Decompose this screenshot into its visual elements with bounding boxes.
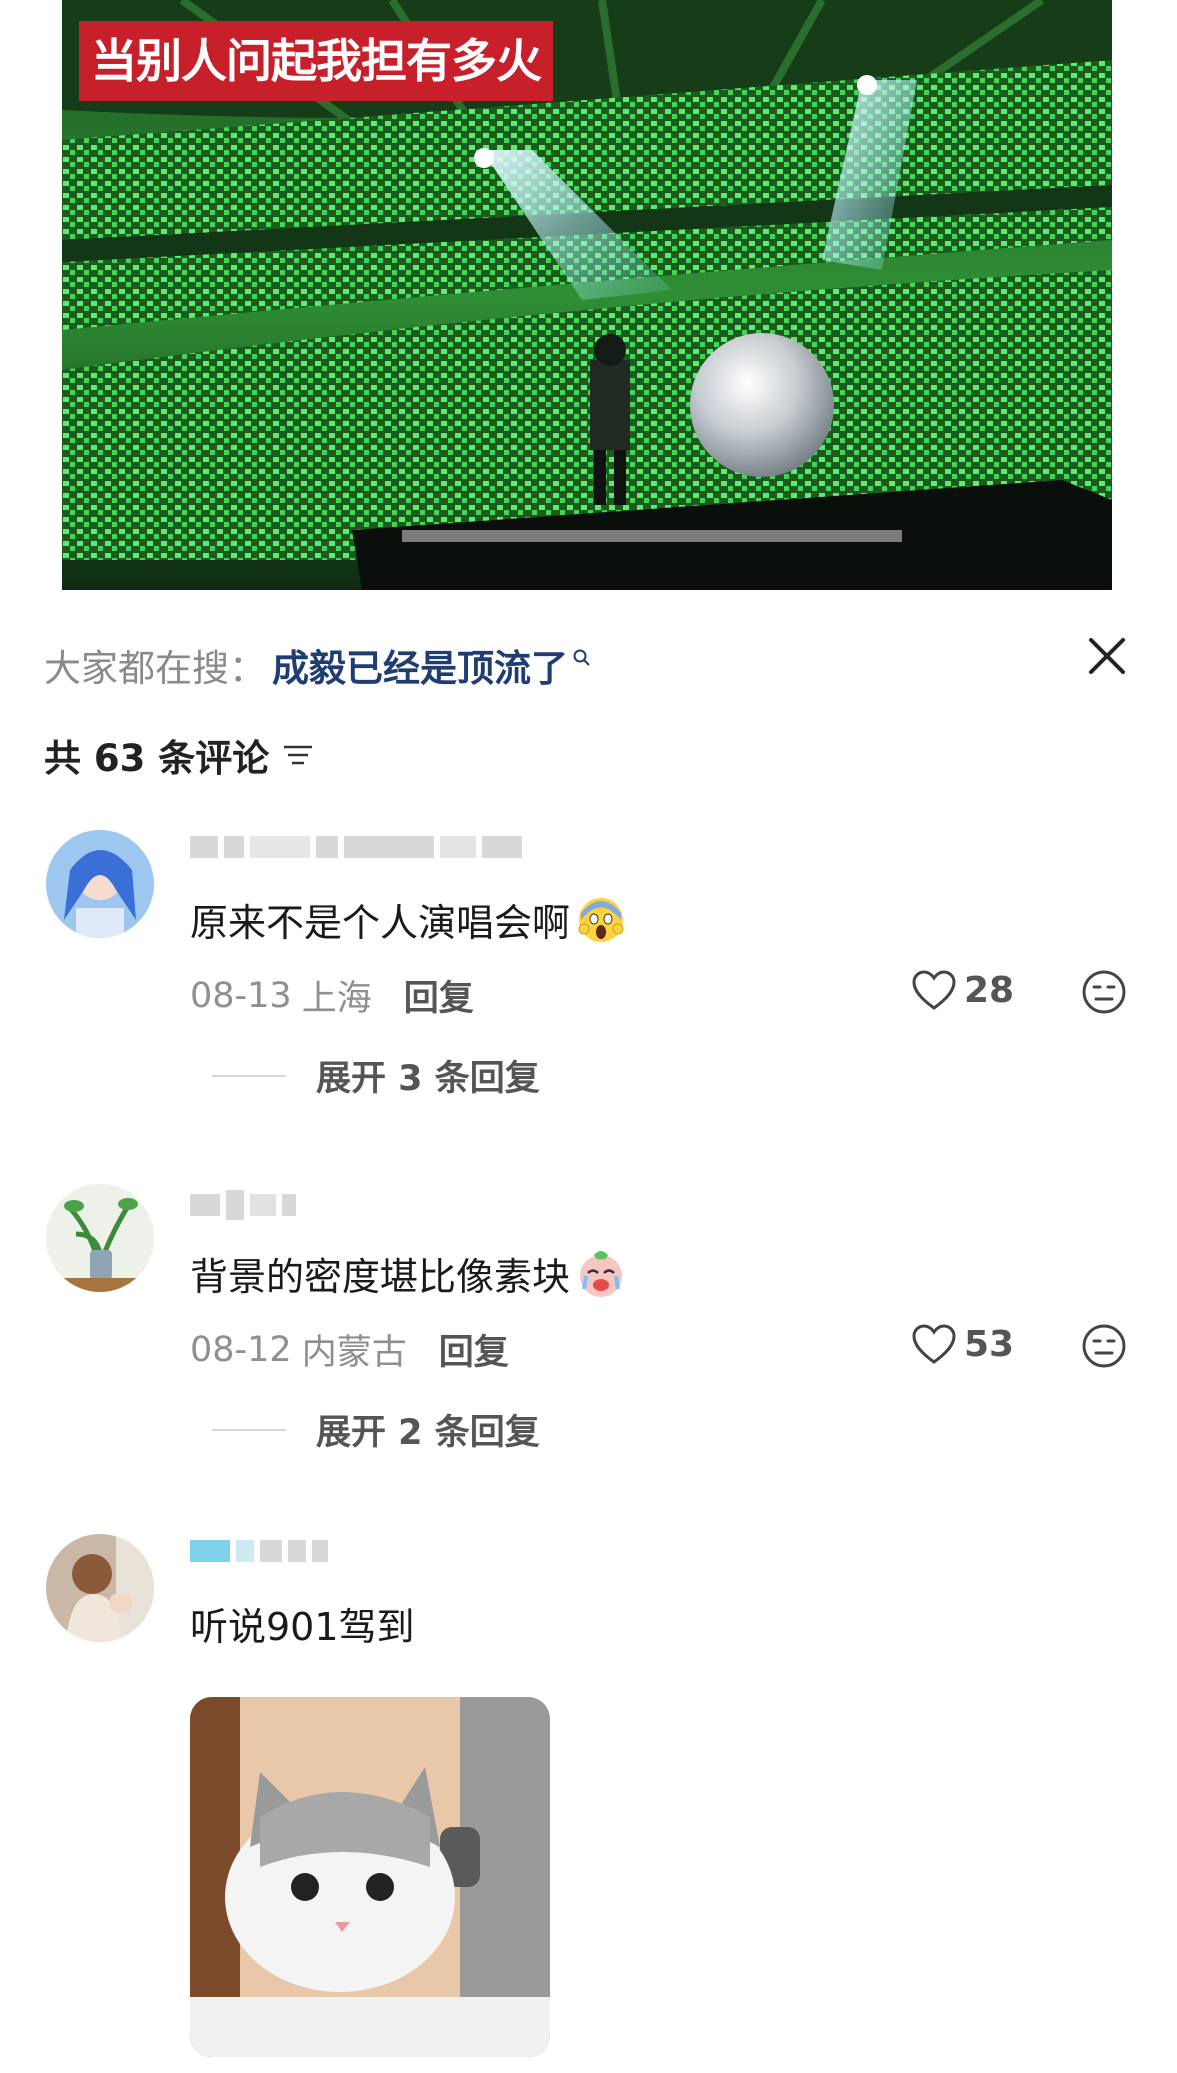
comment-meta: 08-12 内蒙古 回复 [190, 1324, 509, 1375]
reply-button[interactable]: 回复 [439, 1324, 509, 1375]
comment-meta: 08-13 上海 回复 [190, 970, 474, 1021]
like-count: 28 [964, 969, 1015, 1011]
sort-icon[interactable] [281, 738, 315, 772]
heart-icon [912, 1324, 956, 1364]
like-button[interactable]: 53 [910, 1322, 1014, 1366]
screen: 当别人问起我担有多火 大家都在搜： 成毅已经是顶流了 共 63 条评论 原来不是… [0, 0, 1177, 2073]
username-redacted [190, 1540, 334, 1580]
comment-count-row[interactable]: 共 63 条评论 [44, 730, 315, 780]
comment-text: 背景的密度堪比像素块 [190, 1255, 571, 1299]
reply-button[interactable]: 回复 [404, 970, 474, 1021]
divider-line [212, 1074, 286, 1077]
dislike-face-icon[interactable] [1080, 968, 1128, 1016]
comment-text: 原来不是个人演唱会啊 [190, 901, 571, 945]
expand-replies-label: 展开 3 条回复 [316, 1059, 540, 1099]
comment-text-row: 听说901驾到 [190, 1596, 415, 1651]
search-icon [573, 649, 590, 666]
video-player[interactable]: 当别人问起我担有多火 [0, 0, 1177, 600]
comments-sheet: 大家都在搜： 成毅已经是顶流了 共 63 条评论 原来不是个人演唱会啊 08-1… [0, 590, 1177, 2073]
comment-date: 08-12 [190, 1329, 292, 1370]
dislike-face-icon[interactable] [1080, 1322, 1128, 1370]
trending-search-term[interactable]: 成毅已经是顶流了 [272, 638, 568, 692]
username-redacted [190, 836, 528, 876]
avatar[interactable] [46, 1184, 154, 1292]
expand-replies-button[interactable]: 展开 2 条回复 [212, 1404, 540, 1455]
avatar[interactable] [46, 830, 154, 938]
cat-sticker-image[interactable] [190, 1697, 550, 2057]
video-frame[interactable]: 当别人问起我担有多火 [62, 0, 1112, 590]
comment-text: 听说901驾到 [190, 1605, 415, 1649]
like-count: 53 [964, 1323, 1015, 1365]
crying-face-emoji [580, 1250, 623, 1297]
comment-date: 08-13 [190, 975, 292, 1016]
trending-search-prefix: 大家都在搜： [44, 647, 266, 690]
comment-location: 上海 [301, 979, 372, 1019]
avatar[interactable] [46, 1534, 154, 1642]
divider-line [212, 1428, 286, 1431]
trending-search[interactable]: 大家都在搜： 成毅已经是顶流了 [44, 640, 592, 690]
expand-replies-label: 展开 2 条回复 [316, 1413, 540, 1453]
comment-text-row: 背景的密度堪比像素块 [190, 1246, 626, 1301]
heart-icon [912, 970, 956, 1010]
video-caption: 当别人问起我担有多火 [79, 21, 553, 101]
screaming-face-emoji [578, 897, 624, 942]
username-redacted [190, 1190, 302, 1230]
close-icon[interactable] [1083, 632, 1131, 680]
like-button[interactable]: 28 [910, 968, 1014, 1012]
comment-location: 内蒙古 [301, 1333, 407, 1373]
comment-text-row: 原来不是个人演唱会啊 [190, 892, 626, 947]
comment-count: 共 63 条评论 [44, 737, 270, 780]
expand-replies-button[interactable]: 展开 3 条回复 [212, 1050, 540, 1101]
